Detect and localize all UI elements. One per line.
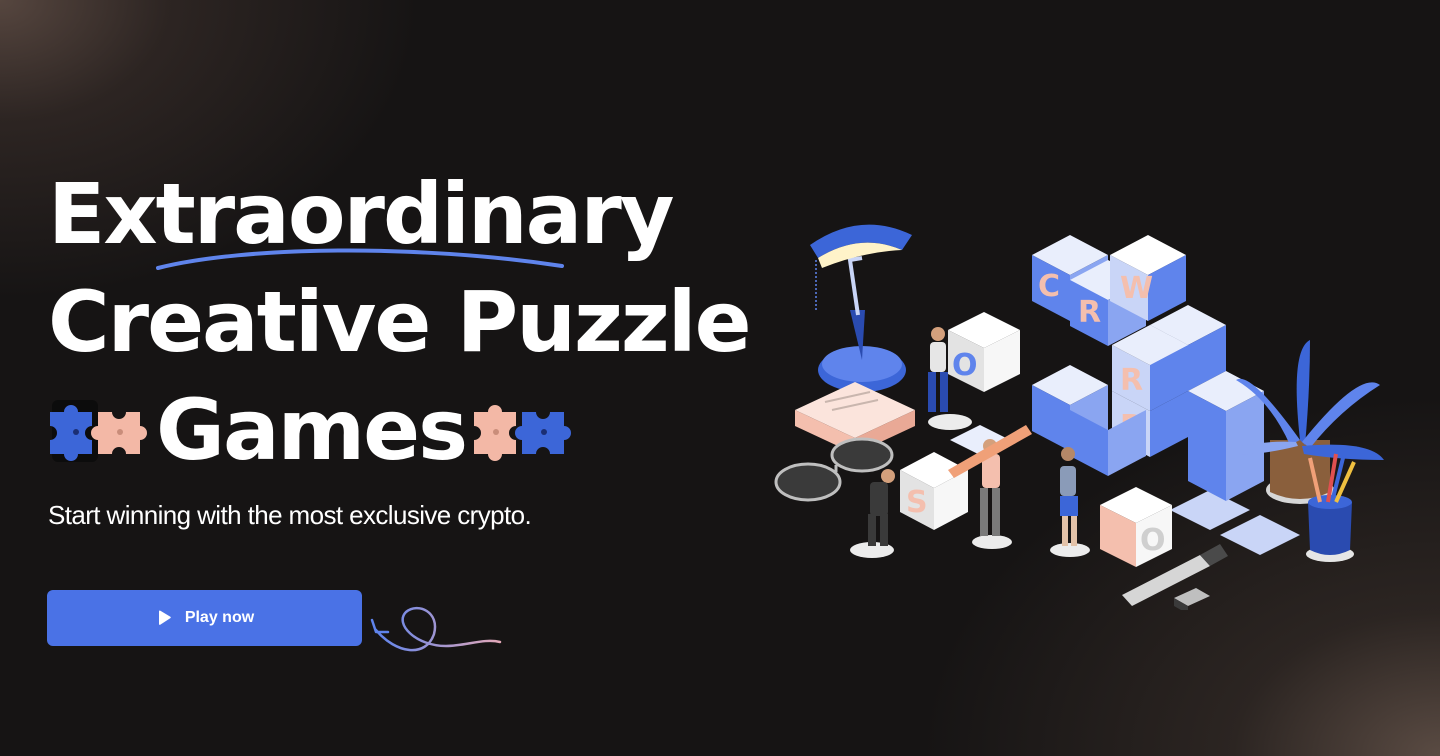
cube-letter-s2: S bbox=[906, 485, 928, 520]
headline-line-2: Creative Puzzle bbox=[48, 273, 752, 371]
play-icon bbox=[155, 609, 173, 627]
cube-letter-r: R bbox=[1078, 295, 1101, 330]
curly-arrow-decoration bbox=[370, 606, 502, 652]
headline-line-1: Extraordinary bbox=[48, 160, 768, 270]
hero-headline: Extraordinary Creative Puzzle Games bbox=[48, 160, 768, 484]
play-now-button[interactable]: Play now bbox=[47, 590, 362, 646]
cube-letter-o: O bbox=[952, 348, 978, 383]
cube-letter-o2: O bbox=[1140, 523, 1166, 558]
desk-lamp-icon bbox=[810, 224, 912, 392]
hero-section: Extraordinary Creative Puzzle Games Star… bbox=[0, 0, 1440, 756]
crossword-illustration: C R W S bbox=[770, 210, 1400, 610]
hero-subtitle: Start winning with the most exclusive cr… bbox=[48, 500, 532, 530]
cube-letter-r2: R bbox=[1120, 363, 1143, 398]
puzzle-pieces-right-icon bbox=[472, 394, 574, 466]
play-now-label: Play now bbox=[184, 609, 255, 626]
puzzle-pieces-left-icon bbox=[48, 394, 150, 466]
cube-letter-c: C bbox=[1038, 269, 1060, 304]
headline-line-3: Games bbox=[48, 376, 768, 484]
cube-letter-w: W bbox=[1120, 271, 1153, 306]
headline-line-3-text: Games bbox=[156, 381, 468, 479]
